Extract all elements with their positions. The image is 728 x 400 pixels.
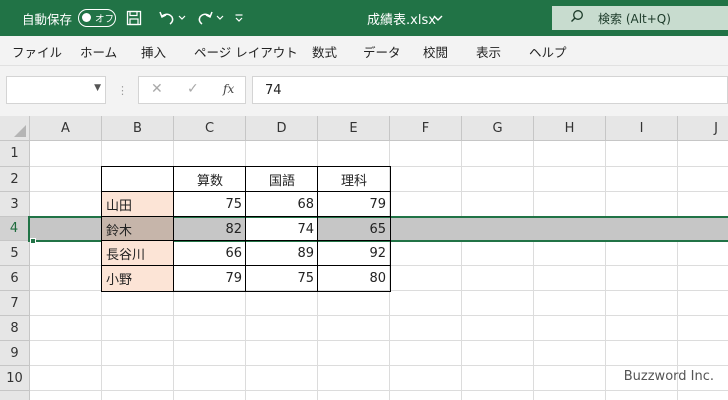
tab-data[interactable]: データ — [363, 36, 401, 66]
table-divider — [101, 265, 391, 266]
enter-check-icon[interactable]: ✓ — [187, 81, 199, 97]
table-divider — [101, 240, 391, 241]
table-divider — [101, 216, 391, 217]
cancel-icon[interactable]: ✕ — [151, 81, 163, 97]
file-name: 成績表.xlsx — [367, 12, 436, 28]
autosave-state: オフ — [95, 14, 115, 25]
row-header-11[interactable] — [0, 391, 30, 400]
column-header-h[interactable]: H — [534, 116, 606, 141]
title-bar: 自動保存 オフ 成績表.xlsx 検索 (Alt+Q) — [0, 0, 728, 36]
row-header-5[interactable]: 5 — [0, 241, 30, 266]
row-header-7[interactable]: 7 — [0, 291, 30, 316]
search-box[interactable]: 検索 (Alt+Q) — [552, 6, 728, 30]
row-header-6[interactable]: 6 — [0, 266, 30, 291]
tab-insert[interactable]: 挿入 — [141, 36, 166, 66]
formula-input[interactable]: 74 — [252, 76, 728, 104]
search-icon — [570, 9, 584, 27]
row-header-2[interactable]: 2 — [0, 167, 30, 192]
table-divider — [101, 191, 391, 192]
search-label: 検索 (Alt+Q) — [598, 11, 671, 26]
column-header-j[interactable]: J — [678, 116, 728, 141]
column-header-f[interactable]: F — [390, 116, 462, 141]
tab-view[interactable]: 表示 — [476, 36, 501, 66]
filename-chevron-down-icon[interactable] — [433, 0, 443, 36]
row-header-10[interactable]: 10 — [0, 366, 30, 391]
name-box-dropdown-icon[interactable]: ▼ — [94, 83, 101, 93]
select-all-button[interactable] — [0, 116, 30, 141]
autosave-toggle[interactable]: オフ — [78, 9, 116, 27]
column-header-d[interactable]: D — [246, 116, 318, 141]
select-all-triangle-icon — [14, 125, 26, 137]
toggle-knob — [82, 13, 91, 22]
column-header-b[interactable]: B — [102, 116, 174, 141]
autosave-label: 自動保存 — [22, 11, 73, 27]
watermark: Buzzword Inc. — [623, 369, 714, 384]
fill-handle[interactable] — [30, 238, 36, 244]
name-box[interactable]: ▼ — [6, 76, 106, 104]
undo-icon[interactable] — [158, 0, 176, 36]
column-header-c[interactable]: C — [174, 116, 246, 141]
row-header-8[interactable]: 8 — [0, 316, 30, 341]
table-divider — [317, 166, 318, 292]
table-divider — [245, 166, 246, 292]
formula-bar-divider-icon[interactable]: ⋮ — [117, 84, 128, 97]
redo-dropdown-icon[interactable] — [216, 0, 224, 36]
table-divider — [173, 166, 174, 292]
formula-buttons: ✕ ✓ fx — [138, 76, 246, 104]
tab-file[interactable]: ファイル — [12, 36, 62, 66]
column-header-e[interactable]: E — [318, 116, 390, 141]
undo-dropdown-icon[interactable] — [178, 0, 186, 36]
row-header-3[interactable]: 3 — [0, 192, 30, 217]
ribbon-tabs: ファイル ホーム 挿入 ページ レイアウト 数式 データ 校閲 表示 ヘルプ — [0, 36, 728, 66]
row-header-1[interactable]: 1 — [0, 141, 30, 167]
tab-help[interactable]: ヘルプ — [529, 36, 567, 66]
insert-function-button[interactable]: fx — [223, 82, 234, 96]
column-header-g[interactable]: G — [462, 116, 534, 141]
redo-icon[interactable] — [196, 0, 214, 36]
formula-bar: ▼ ⋮ ✕ ✓ fx 74 — [0, 66, 728, 116]
column-header-a[interactable]: A — [30, 116, 102, 141]
tab-home[interactable]: ホーム — [80, 36, 117, 66]
table-border — [101, 166, 391, 292]
tab-page-layout[interactable]: ページ レイアウト — [194, 36, 298, 66]
worksheet-grid: A B C D E F G H I J 1 2 3 4 5 6 7 8 9 10 — [0, 116, 728, 400]
row-header-4[interactable]: 4 — [0, 217, 30, 241]
row-header-9[interactable]: 9 — [0, 341, 30, 366]
tab-formulas[interactable]: 数式 — [312, 36, 337, 66]
column-header-i[interactable]: I — [606, 116, 678, 141]
customize-quick-access-icon[interactable] — [234, 0, 244, 36]
tab-review[interactable]: 校閲 — [423, 36, 448, 66]
save-icon[interactable] — [126, 0, 142, 36]
